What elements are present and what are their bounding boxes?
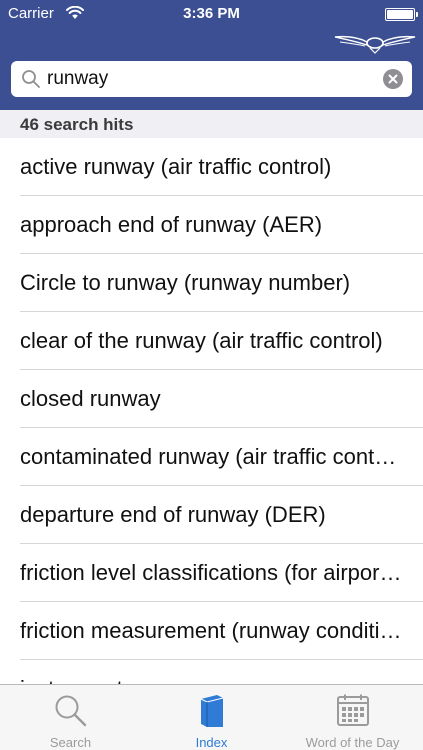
results-count-header: 46 search hits [0, 110, 423, 138]
list-item-label: Circle to runway (runway number) [20, 270, 351, 295]
tab-label: Search [49, 735, 92, 750]
tab-index[interactable]: Index [141, 685, 282, 750]
tab-label: Word of the Day [305, 735, 400, 750]
results-count: 46 search hits [20, 115, 134, 134]
list-item[interactable]: departure end of runway (DER) [0, 486, 423, 544]
search-icon [22, 70, 40, 88]
clear-search-button[interactable] [383, 69, 403, 89]
list-item[interactable]: approach end of runway (AER) [0, 196, 423, 254]
list-item[interactable]: closed runway [0, 370, 423, 428]
list-item[interactable]: clear of the runway (air traffic control… [0, 312, 423, 370]
list-item-label: friction measurement (runway condition) [20, 618, 403, 643]
search-bar [11, 61, 412, 97]
list-item-label: contaminated runway (air traffic control… [20, 444, 403, 469]
wings-logo-icon [334, 35, 416, 54]
battery-icon [385, 8, 418, 21]
list-item-label: active runway (air traffic control) [20, 154, 332, 179]
list-item[interactable]: friction measurement (runway condition) [0, 602, 423, 660]
list-item[interactable]: contaminated runway (air traffic control… [0, 428, 423, 486]
list-item-label: closed runway [20, 386, 161, 411]
list-item-label: friction level classifications (for airp… [20, 560, 403, 585]
magnifier-icon [55, 695, 86, 727]
list-item[interactable]: friction level classifications (for airp… [0, 544, 423, 602]
tab-word-of-the-day[interactable]: Word of the Day [282, 685, 423, 750]
list-item[interactable]: active runway (air traffic control) [0, 138, 423, 196]
results-list[interactable]: active runway (air traffic control) appr… [0, 138, 423, 684]
list-item-label: clear of the runway (air traffic control… [20, 328, 383, 353]
status-time: 3:36 PM [183, 5, 240, 22]
book-icon [200, 695, 223, 727]
status-bar: Carrier 3:36 PM [0, 0, 423, 28]
list-item[interactable]: instrument runway [0, 660, 423, 684]
tab-label: Index [195, 735, 228, 750]
tab-search[interactable]: Search [0, 685, 141, 750]
list-item-label: approach end of runway (AER) [20, 212, 323, 237]
list-item-label: instrument runway [20, 676, 403, 684]
tab-bar: Search Index Word of the Day [0, 684, 423, 750]
clear-icon [388, 74, 398, 84]
list-item-label: departure end of runway (DER) [20, 502, 326, 527]
search-input[interactable] [47, 61, 377, 97]
list-item[interactable]: Circle to runway (runway number) [0, 254, 423, 312]
navigation-bar: Carrier 3:36 PM [0, 0, 423, 110]
calendar-icon [336, 694, 369, 726]
